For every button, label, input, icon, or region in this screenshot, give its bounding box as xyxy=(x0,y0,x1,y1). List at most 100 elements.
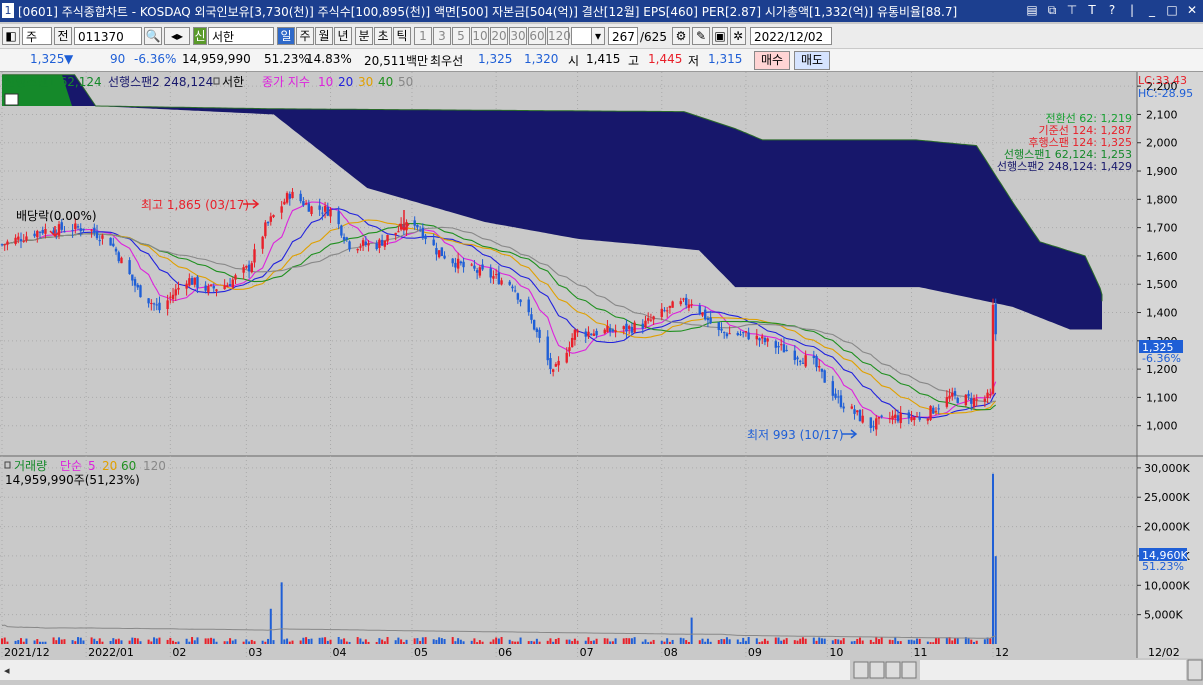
interval-10[interactable]: 10 xyxy=(471,27,489,45)
interval-3[interactable]: 3 xyxy=(433,27,451,45)
volume-bar xyxy=(41,641,44,644)
volume-bar xyxy=(473,638,476,644)
date-input[interactable]: 2022/12/02 xyxy=(750,27,832,45)
lc-value: LC:33.43 xyxy=(1138,74,1187,87)
calculator-icon[interactable] xyxy=(4,93,19,106)
minimize-icon[interactable]: _ xyxy=(1145,2,1159,18)
indicator-icon[interactable]: ⚙ xyxy=(672,27,690,45)
volume-bar xyxy=(858,637,861,644)
save-icon[interactable]: ▣ xyxy=(712,27,728,45)
period-week[interactable]: 주 xyxy=(296,27,314,45)
settings-icon[interactable]: ✲ xyxy=(730,27,746,45)
play-back-icon[interactable] xyxy=(869,661,885,679)
period-type-select[interactable]: 주 xyxy=(22,27,52,45)
period-second[interactable]: 초 xyxy=(374,27,392,45)
bar-count-input[interactable]: 267 xyxy=(608,27,638,45)
window-list-icon[interactable]: ▤ xyxy=(1025,2,1039,18)
zoom-scrollbar[interactable] xyxy=(920,660,1186,680)
maximize-icon[interactable]: □ xyxy=(1165,2,1179,18)
draw-icon[interactable]: ✎ xyxy=(692,27,710,45)
high-annotation: 최고 1,865 (03/17) xyxy=(141,198,249,212)
candle-body xyxy=(386,234,389,242)
text-icon[interactable]: T xyxy=(1085,2,1099,18)
candle-body xyxy=(535,328,539,332)
pin-icon[interactable]: ⊤ xyxy=(1065,2,1079,18)
interval-1[interactable]: 1 xyxy=(414,27,432,45)
volume-bar xyxy=(166,639,169,644)
volume-bar xyxy=(913,640,916,644)
y-tick-label: 1,800 xyxy=(1146,193,1178,206)
horizontal-scrollbar[interactable] xyxy=(0,660,850,680)
window-tile-icon[interactable]: ⧉ xyxy=(1045,2,1059,18)
scroll-left-icon[interactable]: ◂ xyxy=(4,664,10,677)
search-icon[interactable]: 🔍 xyxy=(144,27,162,45)
buy-button[interactable]: 매수 xyxy=(754,51,790,70)
sell-button[interactable]: 매도 xyxy=(794,51,830,70)
volume-bar xyxy=(861,640,864,644)
volume-bar xyxy=(250,639,253,644)
next-icon[interactable] xyxy=(901,661,917,679)
volume-bar xyxy=(402,642,405,644)
volume-bar xyxy=(193,640,196,644)
chart-area[interactable]: 1,0001,1001,2001,3001,4001,5001,6001,700… xyxy=(0,72,1203,682)
close-icon[interactable]: ✕ xyxy=(1185,2,1199,18)
volume-bar xyxy=(630,638,633,644)
volume-bar xyxy=(880,637,883,644)
candle-body xyxy=(907,412,911,419)
volume-bar xyxy=(223,641,226,644)
period-month[interactable]: 월 xyxy=(315,27,333,45)
candle-body xyxy=(150,302,153,305)
stock-chart[interactable]: 1,0001,1001,2001,3001,4001,5001,6001,700… xyxy=(0,72,1203,682)
volume-bar xyxy=(706,638,709,644)
candle-body xyxy=(858,409,862,422)
volume-bar xyxy=(432,639,435,644)
period-minute[interactable]: 분 xyxy=(355,27,373,45)
volume-bar xyxy=(842,638,845,644)
volume-bar xyxy=(929,642,932,644)
x-tick-label: 03 xyxy=(248,646,262,659)
play-fwd-icon[interactable] xyxy=(853,661,869,679)
candle-body xyxy=(755,335,758,340)
volume-bar xyxy=(527,641,530,644)
candle-body xyxy=(456,258,460,269)
candle-body xyxy=(459,261,463,264)
volume-bar xyxy=(150,641,153,644)
candle-body xyxy=(723,332,726,334)
volume-bar xyxy=(318,637,321,644)
volume-bar xyxy=(823,638,826,644)
interval-20[interactable]: 20 xyxy=(490,27,508,45)
scroll-right-icon[interactable] xyxy=(1187,659,1203,681)
interval-5[interactable]: 5 xyxy=(452,27,470,45)
candle-body xyxy=(915,416,919,418)
stop-icon[interactable] xyxy=(885,661,901,679)
volume-bar xyxy=(915,638,918,644)
x-tick-label: 05 xyxy=(414,646,428,659)
candle-body xyxy=(682,298,685,300)
x-tick-label: 2022/01 xyxy=(88,646,134,659)
candle-body xyxy=(565,352,568,363)
period-tick[interactable]: 틱 xyxy=(393,27,411,45)
interval-30[interactable]: 30 xyxy=(509,27,527,45)
price-change-pct: -6.36% xyxy=(134,52,177,66)
prev-button[interactable]: 전 xyxy=(54,27,72,45)
period-year[interactable]: 년 xyxy=(334,27,352,45)
bar-count-total: /625 xyxy=(640,30,667,44)
candle-body xyxy=(117,252,120,262)
period-day[interactable]: 일 xyxy=(277,27,295,45)
candle-body xyxy=(875,418,878,430)
stock-code-input[interactable]: 011370 xyxy=(74,27,142,45)
sound-icon[interactable]: ◂▸ xyxy=(164,27,190,45)
stock-name-field[interactable]: 서한 xyxy=(208,27,274,45)
candle-body xyxy=(231,279,234,288)
candle-body xyxy=(397,231,400,233)
volume-bar xyxy=(983,639,986,644)
chart-menu-icon[interactable]: ◧ xyxy=(2,27,20,45)
volume-bar xyxy=(508,639,511,644)
candle-body xyxy=(375,243,378,250)
candle-body xyxy=(185,283,188,289)
interval-120[interactable]: 120 xyxy=(547,27,571,45)
chevron-down-icon[interactable]: ▾ xyxy=(591,27,605,45)
candle-body xyxy=(288,193,291,199)
interval-60[interactable]: 60 xyxy=(528,27,546,45)
help-icon[interactable]: ? xyxy=(1105,2,1119,18)
